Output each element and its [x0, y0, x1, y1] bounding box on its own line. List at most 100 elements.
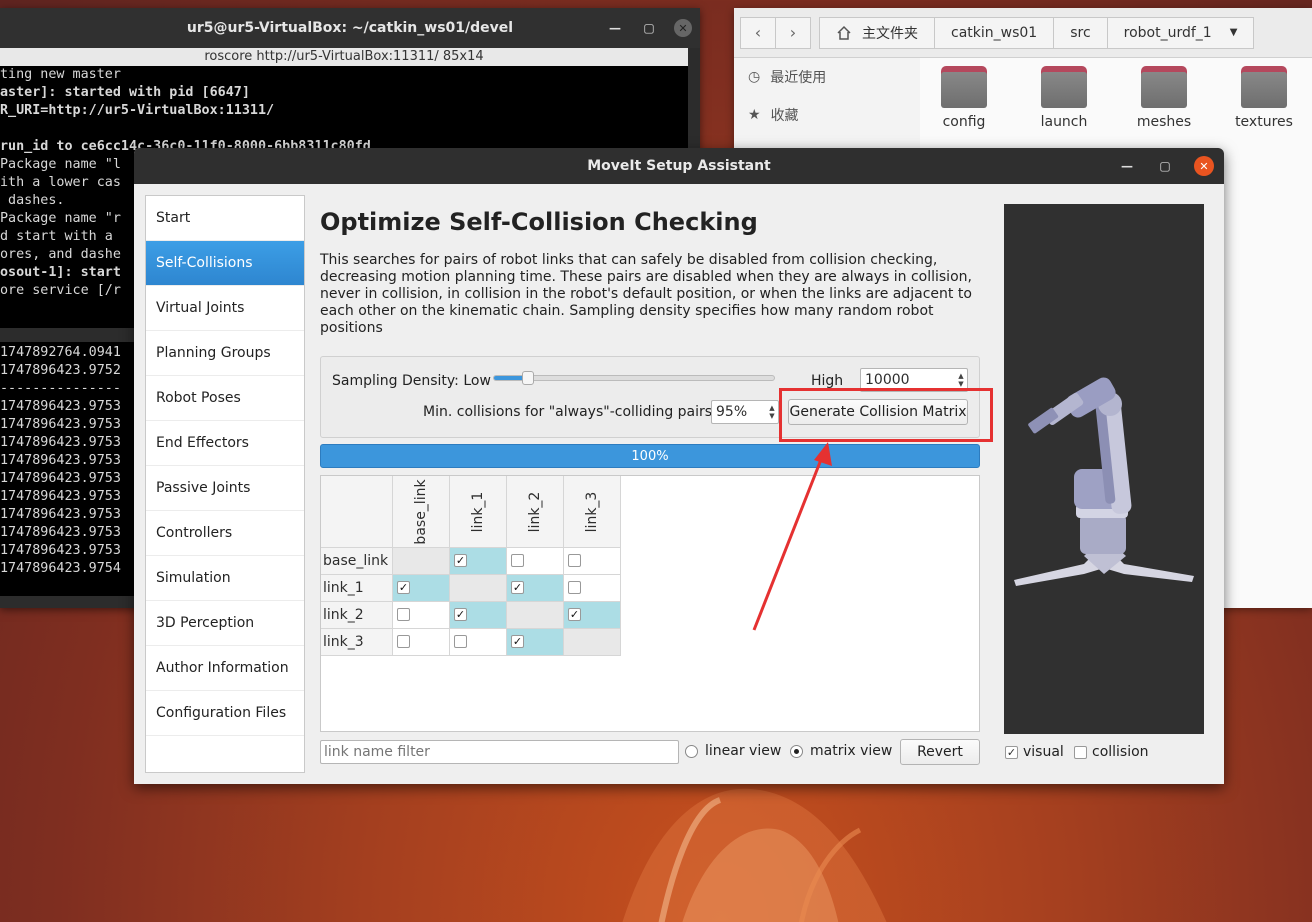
minimize-icon[interactable]: —	[1118, 157, 1136, 175]
nav-item-self-collisions[interactable]: Self-Collisions	[146, 241, 304, 286]
checked-checkbox[interactable]: ✓	[568, 608, 581, 621]
caret-down-icon[interactable]: ▼	[1230, 27, 1238, 38]
maximize-icon[interactable]: ▢	[1156, 157, 1174, 175]
matrix-cell[interactable]	[393, 602, 450, 629]
terminal-tab[interactable]: roscore http://ur5-VirtualBox:11311/ 85x…	[0, 48, 688, 66]
unchecked-checkbox[interactable]	[397, 608, 410, 621]
minimize-icon[interactable]: —	[606, 19, 624, 37]
column-header[interactable]: link_3	[564, 476, 621, 548]
unchecked-checkbox[interactable]	[511, 554, 524, 567]
sidebar-item-label: 最近使用	[770, 70, 827, 86]
star-icon: ★	[748, 107, 761, 123]
collision-label[interactable]: collision	[1092, 744, 1149, 760]
checked-checkbox[interactable]: ✓	[397, 581, 410, 594]
matrix-cell[interactable]: ✓	[507, 629, 564, 656]
breadcrumb-robot-urdf[interactable]: robot_urdf_1 ▼	[1106, 16, 1255, 49]
nav-item-3d-perception[interactable]: 3D Perception	[146, 601, 304, 646]
linear-view-label[interactable]: linear view	[705, 743, 781, 759]
row-header[interactable]: link_2	[321, 602, 393, 629]
nav-item-label: 3D Perception	[156, 615, 255, 631]
annotation-arrow-icon	[752, 442, 832, 631]
checked-checkbox[interactable]: ✓	[454, 554, 467, 567]
collision-checkbox[interactable]	[1074, 746, 1087, 759]
folder-config[interactable]: config	[934, 66, 994, 130]
nav-item-virtual-joints[interactable]: Virtual Joints	[146, 286, 304, 331]
maximize-icon[interactable]: ▢	[640, 19, 658, 37]
checked-checkbox[interactable]: ✓	[454, 608, 467, 621]
matrix-view-label[interactable]: matrix view	[810, 743, 892, 759]
page-title: Optimize Self-Collision Checking	[320, 208, 758, 236]
nav-item-controllers[interactable]: Controllers	[146, 511, 304, 556]
nav-item-end-effectors[interactable]: End Effectors	[146, 421, 304, 466]
nav-item-planning-groups[interactable]: Planning Groups	[146, 331, 304, 376]
column-header[interactable]: link_2	[507, 476, 564, 548]
breadcrumb-home[interactable]: 主文件夹	[819, 16, 935, 49]
revert-button[interactable]: Revert	[900, 739, 980, 765]
spin-arrows-icon[interactable]: ▲ ▼	[766, 401, 778, 423]
matrix-cell[interactable]: ✓	[564, 602, 621, 629]
file-manager-toolbar: ‹ › 主文件夹 catkin_ws01 src robot_urdf_1 ▼	[734, 8, 1312, 58]
moveit-titlebar[interactable]: MoveIt Setup Assistant — ▢ ✕	[134, 148, 1224, 184]
close-icon[interactable]: ✕	[674, 19, 692, 37]
min-collisions-spinbox[interactable]: 95% ▲ ▼	[711, 400, 779, 424]
nav-item-author-information[interactable]: Author Information	[146, 646, 304, 691]
robot-3d-view[interactable]	[1004, 204, 1204, 734]
unchecked-checkbox[interactable]	[397, 635, 410, 648]
checked-checkbox[interactable]: ✓	[511, 581, 524, 594]
chevron-left-icon: ‹	[754, 23, 762, 42]
folder-icon	[1241, 66, 1287, 108]
forward-button[interactable]: ›	[775, 16, 811, 49]
column-header[interactable]: link_1	[450, 476, 507, 548]
folder-launch[interactable]: launch	[1034, 66, 1094, 130]
terminal-title: ur5@ur5-VirtualBox: ~/catkin_ws01/devel	[186, 20, 514, 36]
chevron-right-icon: ›	[789, 23, 797, 42]
close-icon[interactable]: ✕	[1194, 156, 1214, 176]
collision-matrix-table[interactable]: base_link link_1 link_2 link_3 base_link ✓ lin…	[320, 475, 980, 732]
matrix-cell[interactable]	[507, 548, 564, 575]
matrix-cell[interactable]	[393, 629, 450, 656]
row-header[interactable]: base_link	[321, 548, 393, 575]
nav-item-label: Configuration Files	[156, 705, 287, 721]
nav-item-start[interactable]: Start	[146, 196, 304, 241]
breadcrumb-label: src	[1070, 24, 1091, 41]
nav-item-passive-joints[interactable]: Passive Joints	[146, 466, 304, 511]
column-header[interactable]: base_link	[393, 476, 450, 548]
row-header[interactable]: link_1	[321, 575, 393, 602]
button-label: Revert	[917, 744, 963, 760]
breadcrumb-src[interactable]: src	[1053, 16, 1108, 49]
nav-item-simulation[interactable]: Simulation	[146, 556, 304, 601]
breadcrumb-label: 主文件夹	[862, 25, 918, 42]
matrix-cell[interactable]	[564, 575, 621, 602]
breadcrumb-catkin[interactable]: catkin_ws01	[934, 16, 1055, 49]
nav-item-configuration-files[interactable]: Configuration Files	[146, 691, 304, 736]
matrix-cell[interactable]: ✓	[393, 575, 450, 602]
sidebar-item-starred[interactable]: ★ 收藏	[734, 96, 920, 134]
folder-textures[interactable]: textures	[1234, 66, 1294, 130]
folder-meshes[interactable]: meshes	[1134, 66, 1194, 130]
linear-view-radio[interactable]	[685, 745, 698, 758]
sampling-density-slider[interactable]	[493, 371, 775, 385]
back-button[interactable]: ‹	[740, 16, 776, 49]
terminal-line: R_URI=http://ur5-VirtualBox:11311/	[0, 103, 275, 118]
matrix-cell[interactable]	[450, 629, 507, 656]
slider-handle[interactable]	[521, 371, 534, 385]
matrix-view-radio[interactable]	[790, 745, 803, 758]
terminal-titlebar[interactable]: ur5@ur5-VirtualBox: ~/catkin_ws01/devel …	[0, 8, 700, 48]
matrix-cell[interactable]	[564, 548, 621, 575]
unchecked-checkbox[interactable]	[568, 581, 581, 594]
link-name-filter-input[interactable]	[320, 740, 679, 764]
row-header[interactable]: link_3	[321, 629, 393, 656]
nav-item-robot-poses[interactable]: Robot Poses	[146, 376, 304, 421]
matrix-cell[interactable]: ✓	[507, 575, 564, 602]
matrix-cell[interactable]: ✓	[450, 602, 507, 629]
unchecked-checkbox[interactable]	[454, 635, 467, 648]
unchecked-checkbox[interactable]	[568, 554, 581, 567]
sidebar-item-recent[interactable]: ◷ 最近使用	[734, 58, 920, 96]
visual-checkbox[interactable]: ✓	[1005, 746, 1018, 759]
nav-item-label: Virtual Joints	[156, 300, 245, 316]
moveit-window[interactable]: MoveIt Setup Assistant — ▢ ✕ Start Self-C…	[134, 148, 1224, 784]
matrix-cell[interactable]: ✓	[450, 548, 507, 575]
checked-checkbox[interactable]: ✓	[511, 635, 524, 648]
nav-item-label: Start	[156, 210, 191, 226]
visual-label[interactable]: visual	[1023, 744, 1064, 760]
